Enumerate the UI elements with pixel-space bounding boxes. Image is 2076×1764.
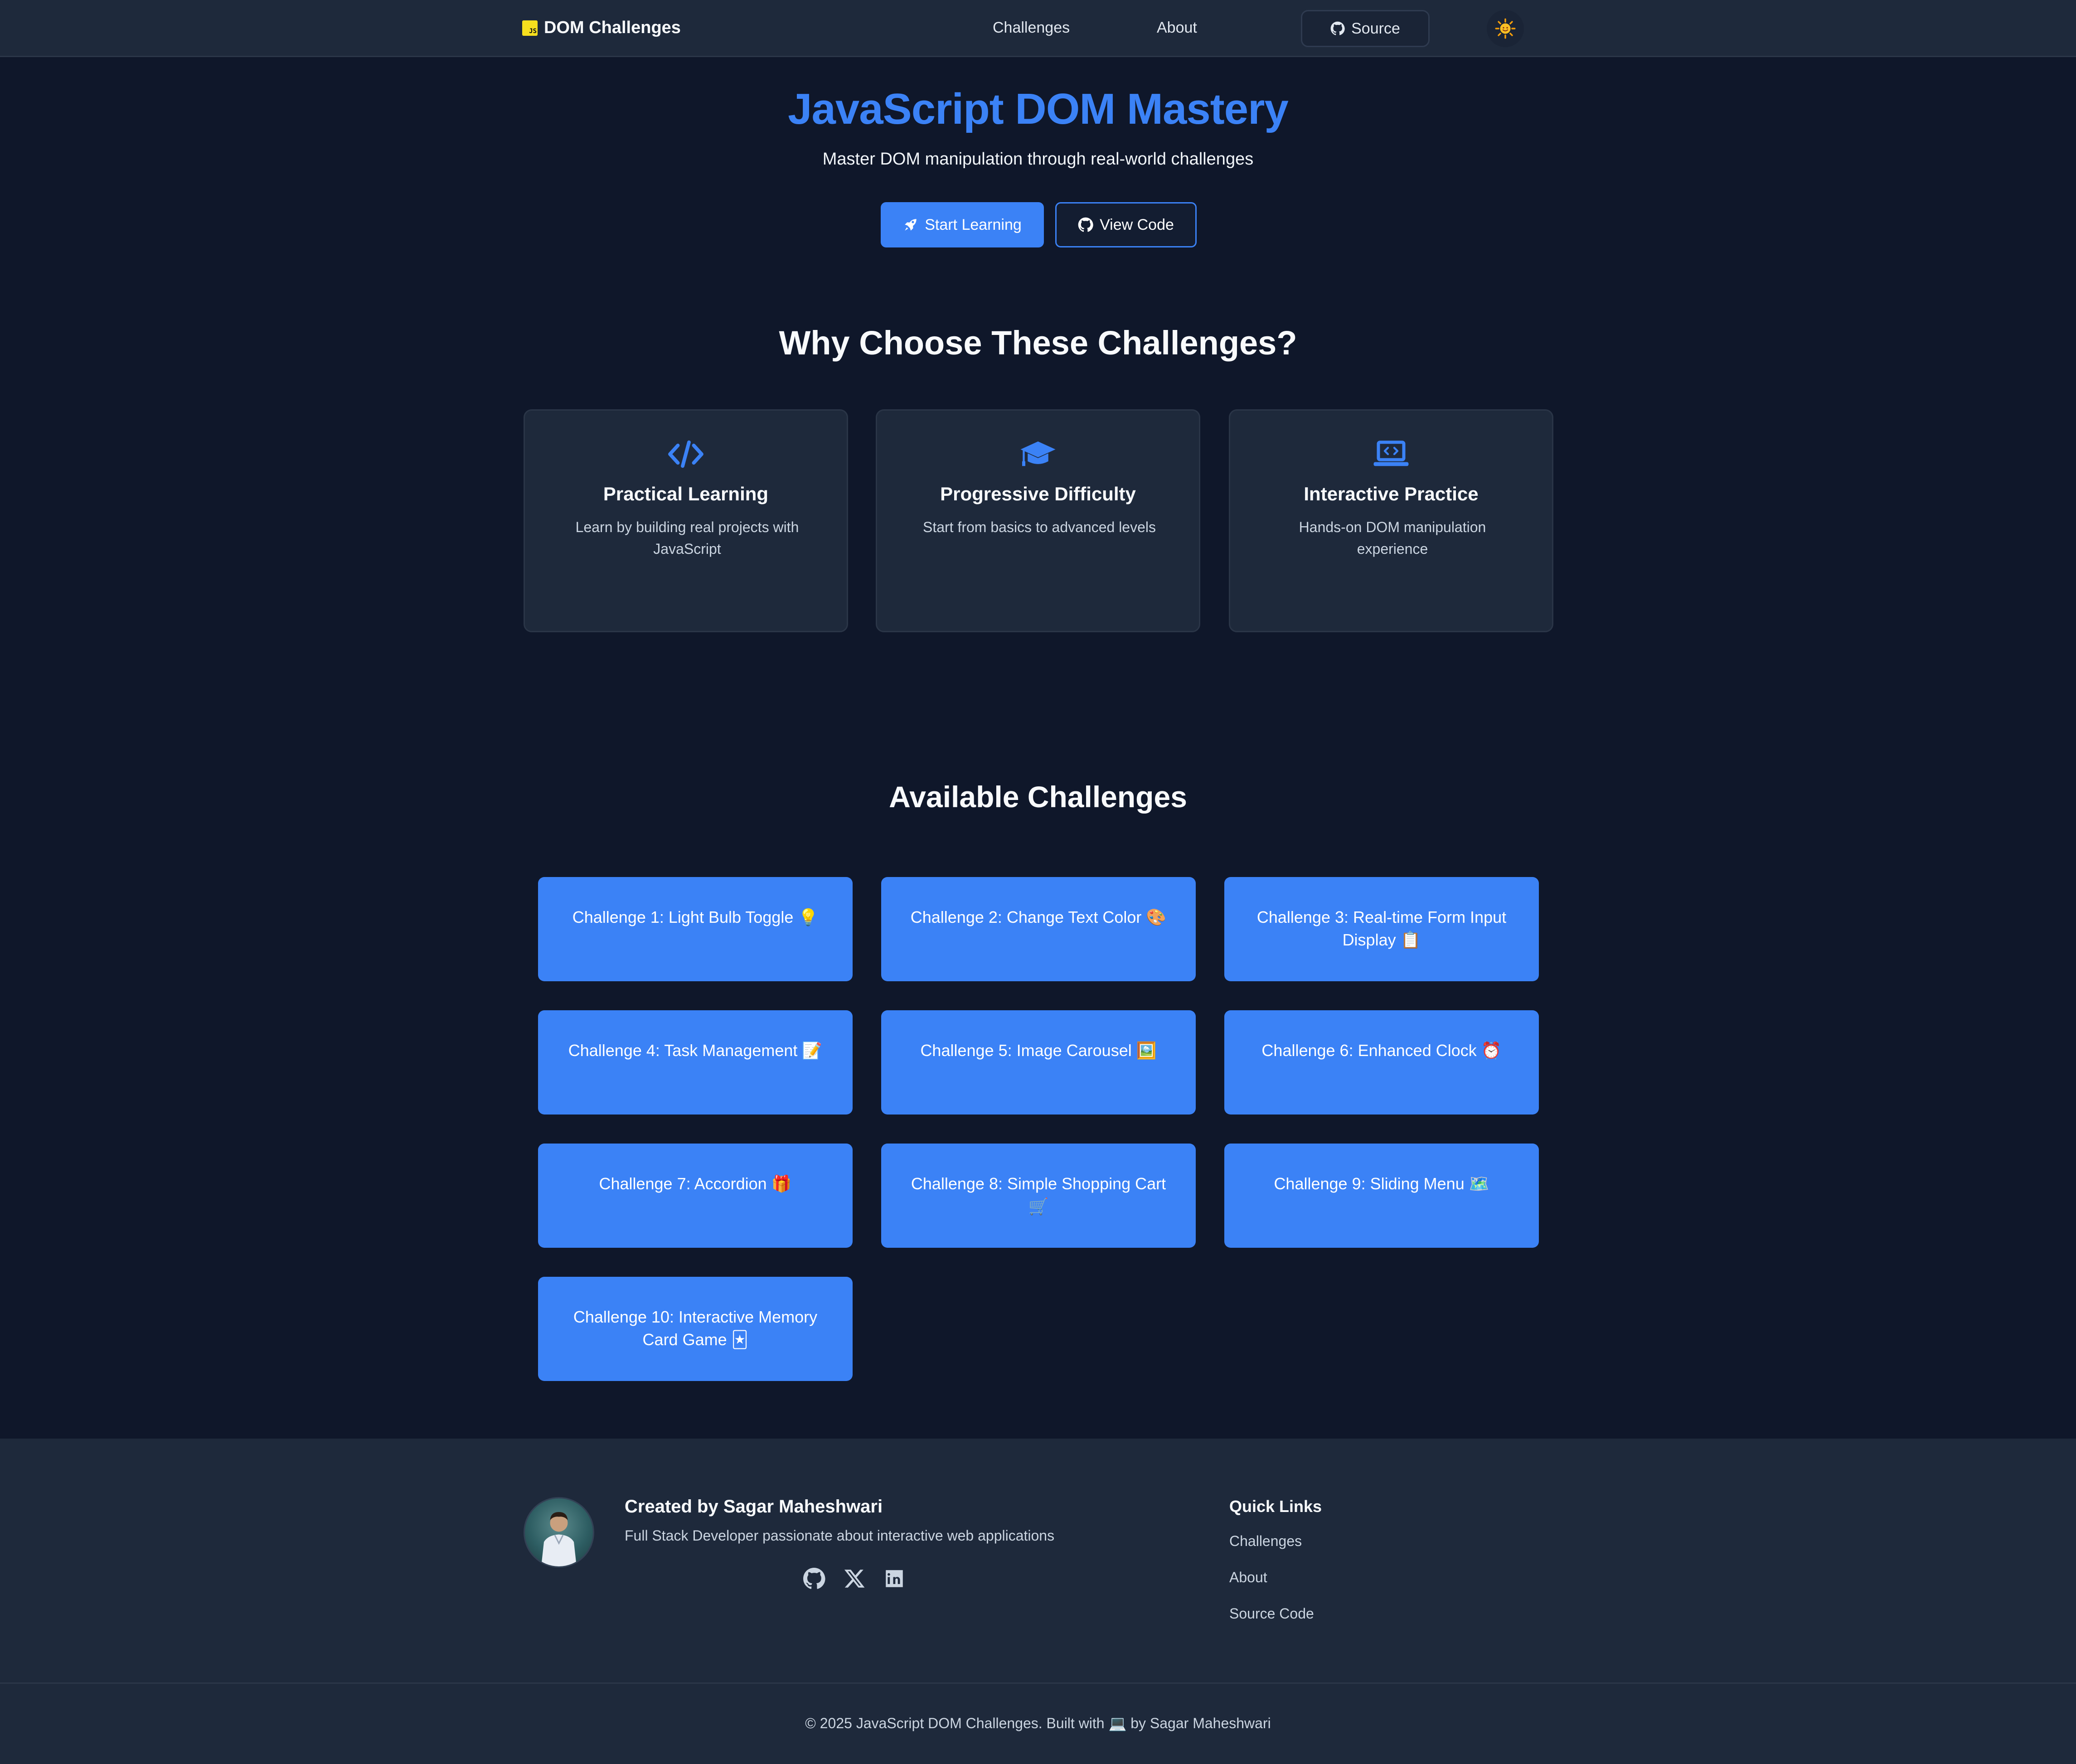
feature-card-practical-learning: Practical Learning Learn by building rea… bbox=[524, 409, 848, 632]
nav-link-about[interactable]: About bbox=[1157, 19, 1197, 37]
challenge-card-5[interactable]: Challenge 5: Image Carousel 🖼️ bbox=[881, 1010, 1196, 1115]
challenge-card-1[interactable]: Challenge 1: Light Bulb Toggle 💡 bbox=[538, 877, 853, 981]
feature-desc: Hands-on DOM manipulation experience bbox=[1299, 519, 1486, 557]
graduation-cap-icon bbox=[1020, 441, 1056, 466]
view-code-label: View Code bbox=[1100, 216, 1174, 233]
hero-title: JavaScript DOM Mastery bbox=[788, 85, 1289, 133]
creator-description: Full Stack Developer passionate about in… bbox=[625, 1527, 1055, 1544]
challenge-card-2[interactable]: Challenge 2: Change Text Color 🎨 bbox=[881, 877, 1196, 981]
navbar: JS DOM Challenges Challenges About Sourc… bbox=[0, 0, 2076, 57]
feature-card-interactive-practice: Interactive Practice Hands-on DOM manipu… bbox=[1229, 409, 1553, 632]
challenge-card-7[interactable]: Challenge 7: Accordion 🎁 bbox=[538, 1144, 853, 1248]
github-icon bbox=[803, 1568, 825, 1589]
source-button[interactable]: Source bbox=[1301, 10, 1430, 47]
challenge-card-10[interactable]: Challenge 10: Interactive Memory Card Ga… bbox=[538, 1277, 853, 1381]
rocket-icon bbox=[905, 219, 917, 231]
quick-links-title: Quick Links bbox=[1229, 1497, 1322, 1516]
avatar bbox=[524, 1497, 594, 1568]
github-icon bbox=[1078, 217, 1093, 232]
footer-link-challenges[interactable]: Challenges bbox=[1229, 1533, 1302, 1550]
theme-toggle-button[interactable] bbox=[1487, 10, 1524, 47]
github-link[interactable] bbox=[803, 1567, 825, 1590]
footer-link-source-code[interactable]: Source Code bbox=[1229, 1605, 1314, 1622]
feature-desc: Start from basics to advanced levels bbox=[922, 519, 1156, 535]
feature-title: Progressive Difficulty bbox=[940, 483, 1136, 504]
view-code-button[interactable]: View Code bbox=[1055, 202, 1197, 247]
x-twitter-link[interactable] bbox=[843, 1567, 866, 1590]
linkedin-link[interactable] bbox=[883, 1567, 906, 1590]
js-logo-icon: JS bbox=[522, 20, 538, 36]
creator-name: Created by Sagar Maheshwari bbox=[625, 1497, 883, 1517]
creator-photo bbox=[541, 1512, 577, 1566]
start-learning-label: Start Learning bbox=[925, 216, 1022, 233]
challenge-card-8[interactable]: Challenge 8: Simple Shopping Cart 🛒 bbox=[881, 1144, 1196, 1248]
footer-link-about[interactable]: About bbox=[1229, 1569, 1267, 1586]
challenges-section-title: Available Challenges bbox=[889, 780, 1187, 814]
why-section-title: Why Choose These Challenges? bbox=[779, 324, 1297, 362]
sun-icon bbox=[1495, 18, 1516, 39]
feature-title: Interactive Practice bbox=[1304, 483, 1479, 504]
challenge-card-4[interactable]: Challenge 4: Task Management 📝 bbox=[538, 1010, 853, 1115]
source-label: Source bbox=[1351, 19, 1400, 37]
feature-title: Practical Learning bbox=[603, 483, 769, 504]
hero-subtitle: Master DOM manipulation through real-wor… bbox=[822, 150, 1254, 169]
footer-divider bbox=[0, 1682, 2076, 1684]
nav-link-challenges[interactable]: Challenges bbox=[993, 19, 1070, 37]
x-icon bbox=[844, 1570, 865, 1588]
challenge-card-6[interactable]: Challenge 6: Enhanced Clock ⏰ bbox=[1224, 1010, 1539, 1115]
feature-card-progressive-difficulty: Progressive Difficulty Start from basics… bbox=[876, 409, 1200, 632]
brand[interactable]: JS DOM Challenges bbox=[522, 18, 681, 38]
feature-desc: Learn by building real projects with Jav… bbox=[575, 519, 799, 557]
github-icon bbox=[1330, 21, 1345, 35]
challenge-card-3[interactable]: Challenge 3: Real-time Form Input Displa… bbox=[1224, 877, 1539, 981]
brand-title: DOM Challenges bbox=[544, 18, 681, 37]
code-icon bbox=[668, 440, 703, 468]
start-learning-button[interactable]: Start Learning bbox=[881, 202, 1044, 247]
copyright: © 2025 JavaScript DOM Challenges. Built … bbox=[805, 1715, 1271, 1731]
challenge-card-9[interactable]: Challenge 9: Sliding Menu 🗺️ bbox=[1224, 1144, 1539, 1248]
laptop-code-icon bbox=[1373, 441, 1409, 466]
linkedin-icon bbox=[886, 1570, 903, 1587]
